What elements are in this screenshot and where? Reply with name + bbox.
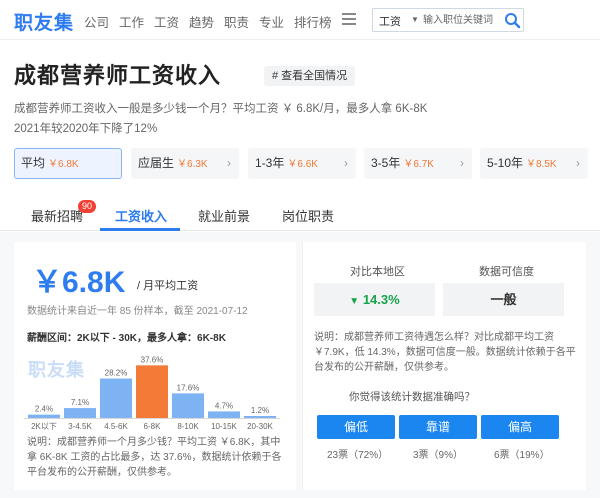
page-title: 成都营养师工资收入 — [14, 63, 222, 88]
salary-distribution-chart: 2.4% 2K以下 7.1% 3-4.5K 28.2% 4.5-6K 37.6% 6-8K 17… — [24, 355, 280, 431]
accuracy-question: 你觉得该统计数据准确吗？ — [349, 391, 475, 403]
summary-line-1: 成都营养师工资收入一般是多少钱一个月？平均工资 ￥ 6.8K/月，最多人拿 6K… — [14, 103, 428, 115]
exp-card-3-5-years[interactable]: 3-5年 ￥6.7K › — [364, 148, 472, 179]
chart-value-label: 4.7% — [215, 401, 233, 410]
salary-summary: 成都营养师工资收入一般是多少钱一个月？平均工资 ￥ 6.8K/月，最多人拿 6K… — [14, 99, 584, 139]
nav-item-major[interactable]: 专业 — [259, 12, 284, 31]
nav-item-ranking[interactable]: 排行榜 — [294, 12, 332, 31]
content-tabs: 最新招聘 90 工资收入 就业前景 岗位职责 — [0, 198, 600, 231]
exp-card-value: ￥6.7K — [403, 159, 434, 170]
menu-icon[interactable] — [342, 13, 356, 25]
exp-card-value: ￥6.6K — [287, 159, 318, 170]
chevron-right-icon: › — [576, 156, 580, 170]
vote-reliable-button[interactable]: 靠谱 — [399, 415, 477, 439]
chart-category-label: 3-4.5K — [68, 422, 92, 431]
reliability-label: 数据可信度 — [479, 266, 534, 278]
exp-card-average[interactable]: 平均 ￥6.8K — [14, 148, 122, 179]
chart-category-label: 2K以下 — [31, 422, 57, 431]
chart-value-label: 37.6% — [141, 355, 164, 364]
chart-category-label: 10-15K — [211, 422, 237, 431]
reliability-value: 一般 — [443, 283, 564, 316]
search-icon — [505, 13, 521, 29]
caret-down-icon: ▼ — [411, 15, 419, 24]
top-nav: 职友集 公司 工作 工资 趋势 职责 专业 排行榜 工资 ▼ — [0, 0, 600, 40]
tab-employment-prospects[interactable]: 就业前景 — [198, 206, 250, 225]
nav-item-duties[interactable]: 职责 — [224, 12, 249, 31]
chart-bar — [208, 411, 240, 418]
tab-salary-income[interactable]: 工资收入 — [115, 206, 167, 225]
local-compare-percent: 14.3% — [362, 292, 400, 307]
salary-description: 说明：成都营养师一个月多少钱？平均工资 ￥6.8K，其中拿 6K-8K 工资的占… — [27, 437, 282, 478]
chart-value-label: 2.4% — [35, 405, 53, 414]
search-category-select[interactable]: 工资 — [379, 13, 401, 29]
exp-card-value: ￥6.8K — [48, 159, 79, 170]
sample-note: 数据统计来自近一年 85 份样本，截至 2021-07-12 — [27, 306, 248, 317]
chart-category-label: 20-30K — [247, 422, 273, 431]
arrow-down-icon: ▼ — [349, 296, 360, 307]
vote-high-button[interactable]: 偏高 — [481, 415, 559, 439]
exp-card-1-3-years[interactable]: 1-3年 ￥6.6K › — [248, 148, 356, 179]
average-salary: ￥6.8K — [32, 266, 126, 299]
chart-category-label: 4.5-6K — [104, 422, 128, 431]
exp-card-label: 应届生 — [138, 156, 175, 170]
chevron-right-icon: › — [227, 156, 231, 170]
chart-bar — [136, 365, 168, 418]
search-box: 工资 ▼ — [372, 8, 524, 32]
nav-item-salary[interactable]: 工资 — [154, 12, 179, 31]
chart-value-label: 17.6% — [177, 383, 200, 392]
chart-bar — [100, 378, 132, 418]
exp-card-label: 3-5年 — [371, 156, 401, 170]
chart-bar — [64, 408, 96, 418]
tab-latest-jobs[interactable]: 最新招聘 — [31, 206, 83, 225]
search-button[interactable] — [501, 10, 523, 30]
chart-bar — [28, 414, 60, 418]
exp-card-label: 5-10年 — [487, 156, 524, 170]
salary-unit: / 月平均工资 — [137, 280, 199, 292]
site-logo[interactable]: 职友集 — [14, 8, 74, 35]
search-input[interactable] — [423, 11, 498, 29]
view-national-button[interactable]: # 查看全国情况 — [264, 66, 356, 86]
chart-bar — [244, 416, 276, 418]
tab-job-duties[interactable]: 岗位职责 — [282, 206, 334, 225]
chart-category-label: 8-10K — [177, 422, 199, 431]
vote-high-count: 6票（19%） — [494, 450, 550, 461]
vote-low-count: 23票（72%） — [327, 450, 389, 461]
chart-value-label: 28.2% — [105, 369, 128, 378]
nav-item-jobs[interactable]: 工作 — [119, 12, 144, 31]
exp-card-value: ￥6.3K — [177, 159, 208, 170]
local-compare-label: 对比本地区 — [350, 266, 405, 278]
exp-card-label: 1-3年 — [255, 156, 285, 170]
nav-item-trend[interactable]: 趋势 — [189, 12, 214, 31]
active-tab-indicator — [100, 228, 180, 231]
vote-low-button[interactable]: 偏低 — [317, 415, 395, 439]
chart-value-label: 1.2% — [251, 406, 269, 415]
chart-category-label: 6-8K — [144, 422, 162, 431]
exp-card-graduate[interactable]: 应届生 ￥6.3K › — [131, 148, 239, 179]
local-compare-value: ▼ 14.3% — [314, 283, 435, 316]
exp-card-label: 平均 — [21, 156, 46, 170]
exp-card-5-10-years[interactable]: 5-10年 ￥8.5K › — [480, 148, 588, 179]
chevron-right-icon: › — [460, 156, 464, 170]
chart-value-label: 7.1% — [71, 398, 89, 407]
chevron-right-icon: › — [344, 156, 348, 170]
summary-line-2: 2021年较2020年下降了12% — [14, 123, 158, 135]
exp-card-value: ￥8.5K — [526, 159, 557, 170]
job-count-badge: 90 — [78, 200, 97, 213]
nav-item-company[interactable]: 公司 — [84, 12, 109, 31]
chart-bar — [172, 393, 204, 418]
vote-reliable-count: 3票（9%） — [413, 450, 464, 461]
comparison-description: 说明：成都营养师工资待遇怎么样？对比成都平均工资 ￥7.9K，低 14.3%，数… — [314, 332, 576, 373]
